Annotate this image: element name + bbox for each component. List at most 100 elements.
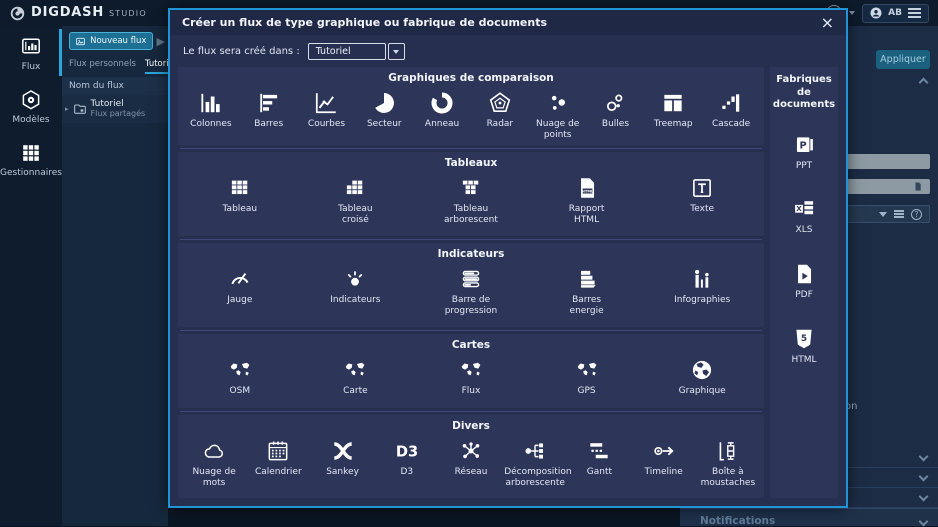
- flow-type-boite-a-moustaches[interactable]: Boîte à moustaches: [696, 437, 760, 489]
- flow-type-tableau-arborescent[interactable]: Tableau arborescent: [413, 174, 529, 226]
- select-arrow-icon[interactable]: [388, 43, 405, 60]
- donut-chart-icon: [429, 90, 455, 116]
- section-divider: [180, 148, 762, 149]
- flow-type-rapport-html[interactable]: HTMLRapport HTML: [529, 174, 645, 226]
- destination-select[interactable]: Tutoriel: [308, 43, 405, 60]
- flow-type-sankey[interactable]: Sankey: [310, 437, 374, 489]
- box-plot-icon: [715, 438, 741, 464]
- network-graph-icon: [458, 438, 484, 464]
- flow-type-carte[interactable]: Carte: [298, 356, 414, 397]
- line-chart-icon: [313, 90, 339, 116]
- flow-type-courbes[interactable]: Courbes: [298, 89, 356, 141]
- flow-type-flux[interactable]: Flux: [413, 356, 529, 397]
- flow-type-calendrier[interactable]: Calendrier: [246, 437, 310, 489]
- notifications-section[interactable]: Notifications: [680, 508, 938, 526]
- flow-type-label: GPS: [578, 386, 596, 397]
- sidebar-item-modeles[interactable]: Modèles: [0, 79, 62, 132]
- flow-type-anneau[interactable]: Anneau: [413, 89, 471, 141]
- doc-factory-ppt[interactable]: PPPT: [791, 132, 817, 172]
- document-factories-title: Fabriques de documents: [770, 74, 838, 112]
- section-divider: [180, 411, 762, 412]
- flux-list-panel: Nouveau flux ▶ Flux personnelsTutoriel N…: [62, 26, 168, 526]
- flow-type-label: Indicateurs: [330, 295, 380, 306]
- section-title: Divers: [182, 420, 760, 432]
- flow-type-label: Tableau arborescent: [440, 204, 502, 226]
- flow-type-label: Treemap: [654, 119, 693, 130]
- help-dropdown-caret-icon[interactable]: [849, 11, 855, 15]
- flux-tree-item-tutoriel[interactable]: ▸ Tutoriel Flux partagés: [62, 95, 168, 123]
- flow-type-tableau[interactable]: Tableau: [182, 174, 298, 226]
- section-divers: Divers Nuage de mots Calendrier SankeyD3D3R…: [178, 415, 764, 498]
- flow-type-decomposition-arborescente[interactable]: Décomposition arborescente: [503, 437, 567, 489]
- flow-type-gps[interactable]: GPS: [529, 356, 645, 397]
- sidebar-item-label: Flux: [22, 62, 41, 72]
- flow-type-graphique[interactable]: Graphique: [644, 356, 760, 397]
- pdf-doc-icon: [791, 261, 817, 287]
- sidebar-item-gestionnaires[interactable]: Gestionnaires: [0, 132, 62, 185]
- flow-type-label: Rapport HTML: [556, 204, 618, 226]
- doc-factory-html[interactable]: 5HTML: [791, 326, 817, 366]
- flow-type-colonnes[interactable]: Colonnes: [182, 89, 240, 141]
- flow-type-label: Calendrier: [255, 467, 302, 478]
- flow-type-cascade[interactable]: Cascade: [702, 89, 760, 141]
- notifications-label: Notifications: [700, 515, 775, 527]
- options-icon[interactable]: [894, 210, 904, 218]
- flow-type-nuage-de-points[interactable]: Nuage de points: [529, 89, 587, 141]
- flow-type-nuage-de-mots[interactable]: Nuage de mots: [182, 437, 246, 489]
- doc-factory-label: PPT: [796, 161, 812, 172]
- section-divider: [180, 330, 762, 331]
- play-icon[interactable]: ▶: [157, 36, 165, 47]
- dropdown-caret-icon[interactable]: [879, 212, 887, 217]
- chevron-down-icon: [919, 492, 929, 502]
- flow-type-label: Décomposition arborescente: [504, 467, 566, 489]
- user-menu[interactable]: AB: [862, 4, 929, 23]
- flow-type-treemap[interactable]: Treemap: [644, 89, 702, 141]
- apply-button[interactable]: Appliquer: [876, 50, 930, 69]
- destination-select-value[interactable]: Tutoriel: [308, 43, 386, 60]
- flow-type-d3[interactable]: D3D3: [375, 437, 439, 489]
- doc-factory-pdf[interactable]: PDF: [791, 261, 817, 301]
- flow-type-indicateurs[interactable]: Indicateurs: [298, 265, 414, 317]
- file-icon[interactable]: [913, 181, 923, 192]
- columns-chart-icon: [198, 90, 224, 116]
- flux-tabs: Flux personnelsTutoriel: [62, 56, 168, 74]
- flow-type-label: Carte: [343, 386, 368, 397]
- flow-type-infographies[interactable]: Infographies: [644, 265, 760, 317]
- world-map-icon: [342, 357, 368, 383]
- menu-icon[interactable]: [908, 8, 921, 18]
- tree-expander-icon[interactable]: ▸: [65, 105, 69, 113]
- flow-type-texte[interactable]: Texte: [644, 174, 760, 226]
- sidebar-item-flux[interactable]: Flux: [0, 26, 62, 79]
- flow-type-secteur[interactable]: Secteur: [355, 89, 413, 141]
- folder-icon: [72, 101, 88, 117]
- doc-factory-xls[interactable]: XXLS: [791, 196, 817, 236]
- flow-type-jauge[interactable]: Jauge: [182, 265, 298, 317]
- flow-type-label: Secteur: [367, 119, 402, 130]
- document-factories-panel: Fabriques de documents PPPT XXLS PDF 5HTML: [770, 67, 838, 498]
- new-flux-label: Nouveau flux: [90, 36, 146, 46]
- help-small-icon[interactable]: ?: [911, 209, 922, 220]
- tree-decomposition-icon: [522, 438, 548, 464]
- flow-type-label: Cascade: [712, 119, 750, 130]
- flow-type-timeline[interactable]: Timeline: [632, 437, 696, 489]
- tab-flux-personnels[interactable]: Flux personnels: [69, 59, 136, 74]
- create-flux-modal: Créer un flux de type graphique ou fabri…: [168, 8, 848, 508]
- new-flux-button[interactable]: Nouveau flux: [69, 32, 153, 50]
- collapse-up-icon[interactable]: [919, 78, 929, 88]
- word-cloud-icon: [201, 438, 227, 464]
- flow-type-barres[interactable]: Barres: [240, 89, 298, 141]
- flow-type-reseau[interactable]: Réseau: [439, 437, 503, 489]
- flow-type-barres-energie[interactable]: Barres energie: [529, 265, 645, 317]
- flow-type-radar[interactable]: Radar: [471, 89, 529, 141]
- flow-type-osm[interactable]: OSM: [182, 356, 298, 397]
- flow-type-gantt[interactable]: Gantt: [567, 437, 631, 489]
- pivot-table-icon: [342, 175, 368, 201]
- flow-type-label: Barre de progression: [440, 295, 502, 317]
- section-graphiques-de-comparaison: Graphiques de comparaisonColonnesBarresC…: [178, 67, 764, 145]
- app-logo: DIGDASH STUDIO: [0, 5, 147, 22]
- flow-type-bulles[interactable]: Bulles: [587, 89, 645, 141]
- close-icon[interactable]: ×: [821, 15, 834, 31]
- flow-type-barre-de-progression[interactable]: Barre de progression: [413, 265, 529, 317]
- flow-type-tableau-croise[interactable]: Tableau croisé: [298, 174, 414, 226]
- flow-type-label: Barres: [254, 119, 283, 130]
